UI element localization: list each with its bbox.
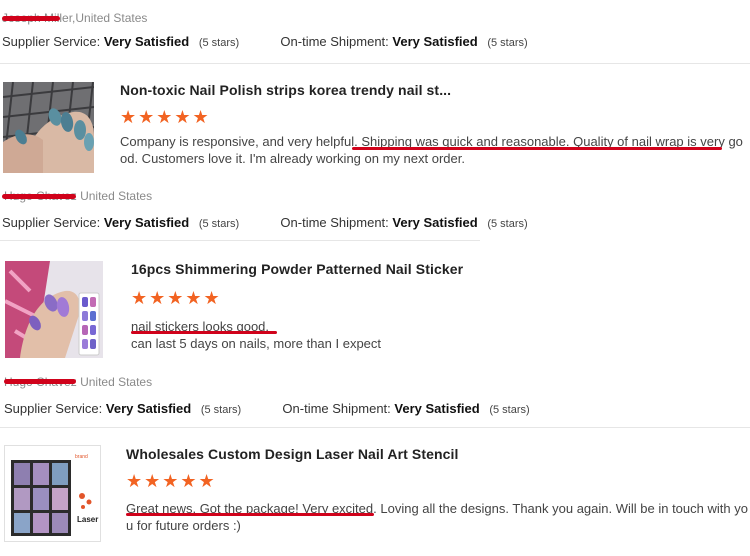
divider xyxy=(0,63,750,64)
shipment-label: On-time Shipment: xyxy=(282,401,391,416)
supplier-service-label: Supplier Service: xyxy=(2,215,101,230)
ratings-row: Supplier Service: Very Satisfied (5 star… xyxy=(2,34,528,49)
shipment-stars: (5 stars) xyxy=(487,37,528,49)
nail-sticker-image xyxy=(5,261,103,358)
product-thumbnail[interactable]: brand Laser xyxy=(4,445,101,542)
svg-text:brand: brand xyxy=(75,454,88,460)
highlight-underline xyxy=(126,513,374,516)
rating-stars: ★★★★★ xyxy=(120,107,211,127)
shipment-stars: (5 stars) xyxy=(489,404,530,416)
reviewer-country: ,United States xyxy=(72,11,148,25)
shipment-label: On-time Shipment: xyxy=(280,34,389,49)
product-thumbnail[interactable] xyxy=(3,82,94,173)
product-title[interactable]: 16pcs Shimmering Powder Patterned Nail S… xyxy=(131,261,463,277)
supplier-service-label: Supplier Service: xyxy=(4,401,103,416)
shipment-label: On-time Shipment: xyxy=(280,215,389,230)
comment-line2: can last 5 days on nails, more than I ex… xyxy=(131,336,382,351)
review-comment: Company is responsive, and very helpful.… xyxy=(120,133,743,167)
nail-photo-image xyxy=(3,82,94,173)
supplier-service-label: Supplier Service: xyxy=(2,34,101,49)
thumb-label: Laser xyxy=(77,515,98,524)
supplier-service-value: Very Satisfied xyxy=(105,401,192,416)
highlight-underline xyxy=(352,147,722,150)
redaction-mark xyxy=(2,16,60,21)
divider xyxy=(0,427,750,428)
review-comment: nail stickers looks good. can last 5 day… xyxy=(131,318,731,352)
comment-line2: u for future orders :) xyxy=(126,518,241,533)
shipment-value: Very Satisfied xyxy=(392,215,478,230)
shipment-value: Very Satisfied xyxy=(394,401,480,416)
comment-text: Loving all the designs. Thank you again.… xyxy=(376,501,748,516)
product-title[interactable]: Wholesales Custom Design Laser Nail Art … xyxy=(126,446,459,462)
supplier-service-stars: (5 stars) xyxy=(198,218,240,230)
rating-stars: ★★★★★ xyxy=(131,288,222,308)
supplier-service-stars: (5 stars) xyxy=(200,404,242,416)
product-title[interactable]: Non-toxic Nail Polish strips korea trend… xyxy=(120,82,451,98)
supplier-service-value: Very Satisfied xyxy=(103,34,190,49)
comment-line2: od. Customers love it. I'm already worki… xyxy=(120,151,465,166)
product-thumbnail[interactable] xyxy=(5,261,103,358)
redaction-mark xyxy=(4,379,76,384)
shipment-value: Very Satisfied xyxy=(392,34,478,49)
highlight-underline xyxy=(131,331,277,334)
rating-stars: ★★★★★ xyxy=(126,471,217,491)
supplier-service-stars: (5 stars) xyxy=(198,37,240,49)
reviewer-country: United States xyxy=(80,375,153,389)
shipment-stars: (5 stars) xyxy=(487,218,528,230)
ratings-row: Supplier Service: Very Satisfied (5 star… xyxy=(2,215,528,230)
redaction-mark xyxy=(2,194,76,199)
comment-text: Company is responsive, and very helpful. xyxy=(120,134,362,149)
divider xyxy=(0,240,480,241)
reviewer-country: United States xyxy=(80,189,153,203)
ratings-row: Supplier Service: Very Satisfied (5 star… xyxy=(4,401,530,416)
supplier-service-value: Very Satisfied xyxy=(103,215,190,230)
review-comment: Great news. Got the package! Very excite… xyxy=(126,500,748,534)
stencil-image: brand Laser xyxy=(5,446,100,541)
